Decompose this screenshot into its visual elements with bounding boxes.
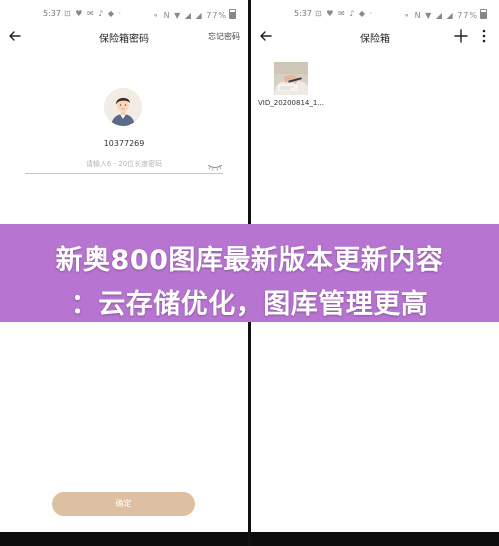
eye-closed-icon[interactable] — [207, 157, 223, 171]
system-status: ⚬ N ▼ ◢ ◢ 77% — [152, 9, 236, 20]
notification-icons: ⊡ ♥ ✉ ♪ ◆ · — [64, 9, 123, 18]
navigation-bar — [0, 532, 248, 546]
signal-icons: ⚬ N ▼ ◢ ◢ — [152, 11, 203, 20]
battery-level: 77% — [206, 11, 227, 20]
status-time: 5:37 — [43, 9, 61, 18]
top-nav-bar: 保险箱 — [251, 26, 499, 48]
password-input[interactable] — [25, 155, 223, 174]
banner-text-line-1: 新奥800图库最新版本更新内容 — [55, 245, 444, 276]
status-bar: 5:37 ⊡ ♥ ✉ ♪ ◆ · ⚬ N ▼ ◢ ◢ 77% — [0, 0, 248, 26]
forgot-password-link[interactable]: 忘记密码 — [208, 31, 240, 42]
status-bar: 5:37 ⊡ ♥ ✉ ♪ ◆ · ⚬ N ▼ ◢ ◢ 77% — [251, 0, 499, 26]
banner-text-line-2: ：云存储优化，图库管理更高 — [70, 289, 429, 320]
more-vertical-icon[interactable] — [476, 27, 492, 45]
battery-level: 77% — [457, 11, 478, 20]
battery-icon — [480, 9, 487, 19]
add-icon[interactable] — [452, 27, 470, 45]
user-id: 10377269 — [103, 139, 145, 148]
file-name: VID_20200814_1... — [258, 99, 325, 107]
navigation-bar — [251, 532, 499, 546]
notification-icons: ⊡ ♥ ✉ ♪ ◆ · — [315, 9, 374, 18]
confirm-button[interactable]: 确定 — [52, 492, 195, 516]
avatar — [104, 88, 142, 126]
signal-icons: ⚬ N ▼ ◢ ◢ — [403, 11, 454, 20]
status-time: 5:37 — [294, 9, 312, 18]
battery-icon — [229, 9, 236, 19]
system-status: ⚬ N ▼ ◢ ◢ 77% — [403, 9, 487, 20]
video-thumbnail[interactable] — [274, 62, 308, 95]
top-nav-bar: 保险箱密码 忘记密码 — [0, 26, 248, 48]
